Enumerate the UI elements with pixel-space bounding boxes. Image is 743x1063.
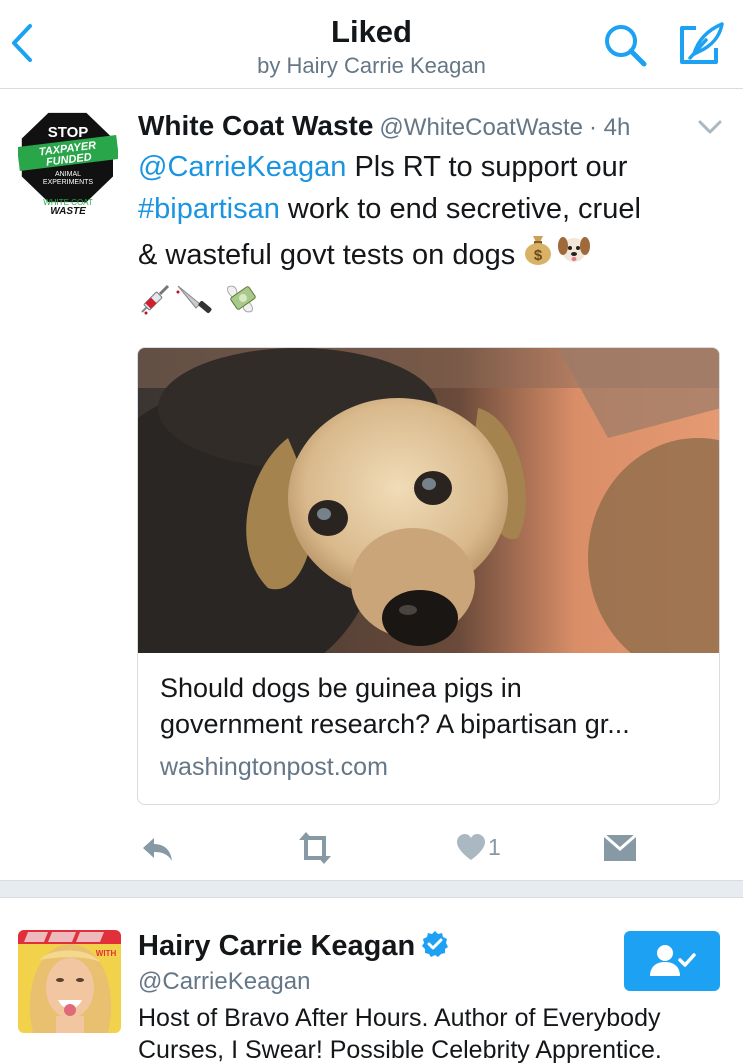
nav-header: Liked by Hairy Carrie Keagan xyxy=(0,0,743,89)
card-title-line: government research? A bipartisan gr... xyxy=(160,709,630,739)
like-count: 1 xyxy=(488,834,501,860)
user-profile-row[interactable]: WITH Hairy Carrie Keagan @CarrieKeagan H… xyxy=(0,898,743,1063)
hashtag-link[interactable]: #bipartisan xyxy=(138,193,280,225)
knife-emoji-icon xyxy=(174,282,214,332)
profile-name[interactable]: Hairy Carrie Keagan xyxy=(138,930,449,966)
tweet-text: @CarrieKeagan Pls RT to support our #bip… xyxy=(138,147,728,329)
avatar-experiments-text: EXPERIMENTS xyxy=(43,179,94,186)
tweet-text-segment: work to end secretive, cruel xyxy=(279,193,641,225)
tweet-text-segment: & wasteful govt tests on dogs xyxy=(138,239,524,271)
mention-link[interactable]: @CarrieKeagan xyxy=(138,151,346,183)
tweet-text-segment: Pls RT to support our xyxy=(346,151,628,183)
avatar-stop-text: STOP xyxy=(48,124,89,141)
tweet-header: White Coat Waste @WhiteCoatWaste · 4h xyxy=(138,110,708,146)
section-divider xyxy=(0,880,743,898)
card-title-line: Should dogs be guinea pigs in xyxy=(160,673,522,703)
compose-button[interactable] xyxy=(676,20,726,68)
tweet-menu-button[interactable] xyxy=(697,118,723,136)
svg-text:WITH: WITH xyxy=(96,949,117,958)
retweet-button[interactable] xyxy=(295,830,335,866)
card-domain: washingtonpost.com xyxy=(160,753,388,781)
like-button[interactable]: 1 xyxy=(456,830,506,866)
profile-bio-line: Curses, I Swear! Possible Celebrity Appr… xyxy=(138,1036,662,1063)
heart-icon xyxy=(457,834,485,860)
verified-badge-icon xyxy=(421,930,449,966)
search-button[interactable] xyxy=(602,22,648,68)
card-title[interactable]: Should dogs be guinea pigs in government… xyxy=(160,670,705,742)
profile-handle: @CarrieKeagan xyxy=(138,968,311,995)
avatar-org-text-2: WASTE xyxy=(50,206,86,217)
avatar[interactable]: WITH xyxy=(18,930,121,1033)
retweet-icon xyxy=(299,832,331,864)
svg-text:$: $ xyxy=(534,247,543,264)
following-button[interactable] xyxy=(624,931,720,991)
avatar[interactable]: STOP TAXPAYER FUNDED ANIMAL EXPERIMENTS … xyxy=(16,110,120,220)
syringe-emoji-icon xyxy=(138,282,172,332)
money-with-wings-emoji-icon xyxy=(222,279,262,335)
author-handle[interactable]: @WhiteCoatWaste xyxy=(379,114,583,141)
search-icon xyxy=(605,25,647,67)
avatar-animal-text: ANIMAL xyxy=(55,171,81,178)
dog-face-emoji-icon xyxy=(557,232,591,281)
direct-message-icon xyxy=(603,833,637,861)
reply-button[interactable] xyxy=(140,830,176,866)
compose-icon xyxy=(680,22,724,64)
profile-name-text: Hairy Carrie Keagan xyxy=(138,930,416,962)
profile-bio: Host of Bravo After Hours. Author of Eve… xyxy=(138,1002,738,1063)
share-dm-button[interactable] xyxy=(603,830,637,866)
tweet-timestamp: · 4h xyxy=(588,114,631,141)
profile-bio-line: Host of Bravo After Hours. Author of Eve… xyxy=(138,1004,661,1032)
tweet[interactable]: STOP TAXPAYER FUNDED ANIMAL EXPERIMENTS … xyxy=(0,90,743,880)
follow-user-icon xyxy=(650,945,696,976)
chevron-down-icon xyxy=(698,120,722,134)
reply-icon xyxy=(143,838,172,861)
card-image-dog xyxy=(138,348,719,653)
money-bag-emoji-icon: $ xyxy=(523,232,553,281)
author-name[interactable]: White Coat Waste xyxy=(138,110,373,141)
link-card[interactable]: Should dogs be guinea pigs in government… xyxy=(137,347,720,805)
